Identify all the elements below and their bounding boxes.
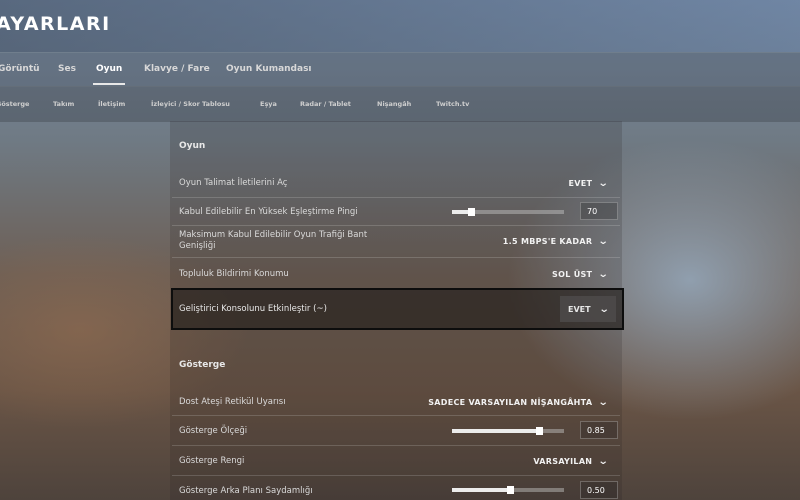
slider-thumb[interactable] (507, 486, 515, 494)
header-bar: AYARLARI (0, 0, 800, 52)
subtab-nisangah[interactable]: Nişangâh (377, 100, 411, 108)
setting-row-bandwidth: Maksimum Kabul Edilebilir Oyun Trafiği B… (172, 226, 620, 258)
tab-klavye-fare[interactable]: Klavye / Fare (144, 64, 210, 74)
hud-scale-slider[interactable] (452, 427, 564, 435)
slider-fill (452, 488, 511, 492)
tab-oyun-kumandasi[interactable]: Oyun Kumandası (226, 64, 312, 74)
subtab-radar-tablet[interactable]: Radar / Tablet (300, 100, 351, 108)
dropdown-value: SOL ÜST (552, 270, 593, 279)
chevron-down-icon: ⌄ (598, 397, 610, 408)
subtab-takim[interactable]: Takım (53, 100, 74, 108)
dropdown-value: EVET (568, 179, 593, 188)
tab-goruntu[interactable]: Görüntü (0, 64, 40, 74)
setting-label: Kabul Edilebilir En Yüksek Eşleştirme Pi… (179, 207, 358, 217)
chevron-down-icon: ⌄ (598, 178, 610, 189)
chevron-down-icon: ⌄ (598, 303, 610, 315)
slider-fill (452, 429, 540, 433)
setting-row-friendly-fire: Dost Ateşi Retikül Uyarısı SADECE VARSAY… (172, 388, 620, 416)
setting-row-hud-scale: Gösterge Ölçeği 0.85 (172, 416, 620, 446)
tab-oyun[interactable]: Oyun (96, 64, 122, 74)
subtab-iletisim[interactable]: İletişim (98, 100, 125, 108)
setting-label: Maksimum Kabul Edilebilir Oyun Trafiği B… (179, 230, 368, 251)
bandwidth-dropdown[interactable]: 1.5 MBPS'E KADAR ⌄ (502, 236, 610, 247)
sub-tabs: Gösterge Takım İletişim İzleyici / Skor … (0, 86, 800, 122)
setting-row-instructor: Oyun Talimat İletilerini Aç EVET ⌄ (172, 170, 620, 198)
setting-label: Oyun Talimat İletilerini Aç (179, 178, 288, 188)
tab-ses[interactable]: Ses (58, 64, 76, 74)
section-title-oyun: Oyun (179, 141, 206, 151)
setting-label: Topluluk Bildirimi Konumu (179, 269, 289, 279)
slider-thumb[interactable] (468, 208, 476, 216)
chevron-down-icon: ⌄ (598, 456, 610, 467)
page-title: AYARLARI (0, 13, 111, 35)
hud-alpha-value-field[interactable]: 0.50 (580, 481, 618, 499)
slider-thumb[interactable] (536, 427, 544, 435)
setting-label: Gösterge Ölçeği (179, 426, 248, 436)
setting-label: Geliştirici Konsolunu Etkinleştir (~) (179, 304, 327, 314)
active-tab-indicator (93, 83, 125, 85)
notification-dropdown[interactable]: SOL ÜST ⌄ (552, 269, 610, 280)
setting-row-hud-alpha: Gösterge Arka Planı Saydamlığı 0.50 (172, 476, 620, 500)
dropdown-value: 1.5 MBPS'E KADAR (502, 237, 593, 246)
section-title-gosterge: Gösterge (179, 360, 226, 370)
setting-label: Gösterge Rengi (179, 456, 245, 466)
subtab-gosterge[interactable]: Gösterge (0, 100, 29, 108)
setting-row-max-ping: Kabul Edilebilir En Yüksek Eşleştirme Pi… (172, 198, 620, 226)
friendly-fire-dropdown[interactable]: SADECE VARSAYILAN NİŞANGÂHTA ⌄ (428, 397, 610, 408)
max-ping-slider[interactable] (452, 208, 564, 216)
setting-row-hud-color: Gösterge Rengi VARSAYILAN ⌄ (172, 446, 620, 476)
setting-row-notification: Topluluk Bildirimi Konumu SOL ÜST ⌄ (172, 258, 620, 288)
setting-label: Gösterge Arka Planı Saydamlığı (179, 486, 313, 496)
dropdown-value: VARSAYILAN (533, 457, 593, 466)
dropdown-value: EVET (568, 304, 591, 314)
subtab-izleyici-skor[interactable]: İzleyici / Skor Tablosu (151, 100, 230, 108)
instructor-dropdown[interactable]: EVET ⌄ (568, 178, 610, 189)
dropdown-value: SADECE VARSAYILAN NİŞANGÂHTA (428, 398, 593, 407)
setting-label: Dost Ateşi Retikül Uyarısı (179, 397, 286, 407)
hud-alpha-slider[interactable] (452, 486, 564, 494)
console-dropdown[interactable]: EVET ⌄ (560, 296, 616, 322)
subtab-twitch[interactable]: Twitch.tv (436, 100, 469, 108)
subtab-esya[interactable]: Eşya (260, 100, 277, 108)
hud-scale-value-field[interactable]: 0.85 (580, 421, 618, 439)
chevron-down-icon: ⌄ (598, 236, 610, 247)
hud-color-dropdown[interactable]: VARSAYILAN ⌄ (533, 456, 610, 467)
setting-row-console-highlighted: Geliştirici Konsolunu Etkinleştir (~) EV… (171, 288, 624, 330)
chevron-down-icon: ⌄ (598, 269, 610, 280)
max-ping-value-field[interactable]: 70 (580, 202, 618, 220)
main-tabs: Görüntü Ses Oyun Klavye / Fare Oyun Kuma… (0, 52, 800, 87)
